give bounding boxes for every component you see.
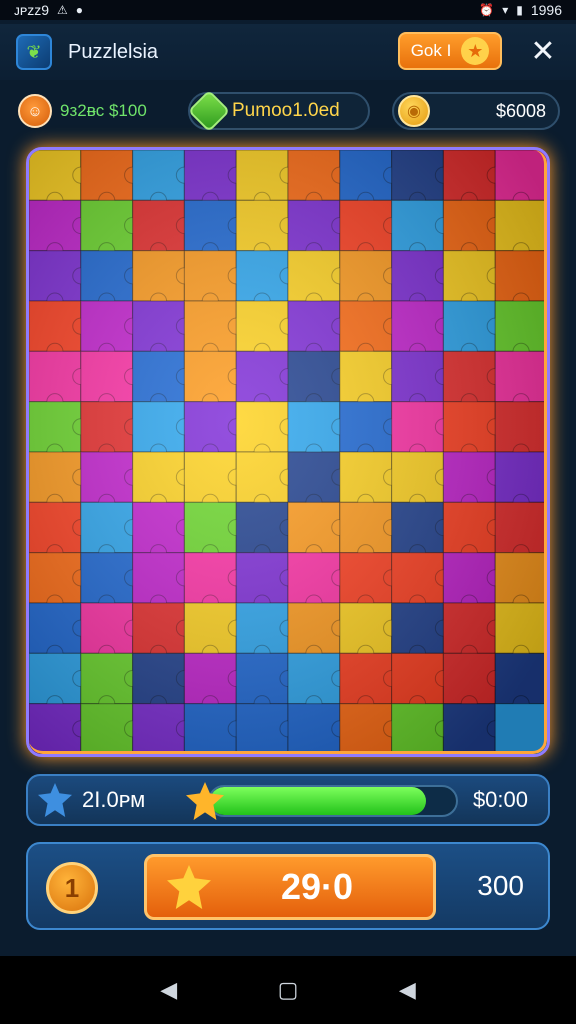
coin-amount: $6008 [495,100,546,121]
board-glow-overlay [29,150,547,754]
go-button-label: Gok I [410,41,452,60]
coin-icon: ◉ [398,95,430,127]
badge-icon [38,783,72,817]
gem-label: Pumoo1.0ed [232,100,340,121]
puzzle-board[interactable] [26,147,550,757]
coin-button-glyph: 1 [64,872,80,903]
app-logo-icon: ❦ [16,34,52,70]
go-button[interactable]: Gok I ★ [398,32,502,70]
app-header: ❦ Puzzlelsia Gok I ★ ✕ [0,24,576,80]
action-panel: 1 29·0 300 [26,842,550,930]
close-icon: ✕ [530,34,556,68]
system-nav-bar: ◀ ▢ ◀ [0,956,576,1024]
progress-fill [210,787,427,815]
gem-stat[interactable]: Pumoo1.0ed [187,89,370,133]
play-value: 29·0 [281,866,354,907]
action-value: 300 [477,870,524,901]
coin-button[interactable]: 1 [46,862,98,914]
status-right: ⏰ ▾ ▮ 1996 [479,2,562,18]
status-bar: ᴊᴘᴢᴢ9 ⚠ ● ⏰ ▾ ▮ 1996 [0,0,576,20]
signal-icon: ▮ [516,3,523,17]
player-score: 9ᴈ2ᴃc $100 [60,101,147,120]
notification-icon: ⚠ [57,3,68,17]
star-icon: ★ [461,37,490,65]
app-notification-icon: ● [75,3,84,17]
play-button[interactable]: 29·0 [144,854,436,920]
progress-panel: 2I.0ᴘᴍ $0:00 [26,774,550,826]
alarm-icon: ⏰ [479,3,495,17]
gem-icon [187,89,231,133]
close-button[interactable]: ✕ [526,34,560,68]
status-time: 1996 [530,2,562,18]
status-left: ᴊᴘᴢᴢ9 ⚠ ● [14,2,83,18]
progress-label: 2I.0ᴘᴍ [82,787,146,812]
app-title: Puzzlelsia [68,40,159,63]
play-star-icon [167,865,211,909]
progress-bar [208,785,458,817]
back-icon[interactable]: ◀ [160,977,177,1003]
player-avatar-icon: ☺ [18,94,52,128]
home-icon[interactable]: ▢ [278,977,299,1003]
puzzle-grid[interactable] [29,150,547,754]
recent-apps-icon[interactable]: ◀ [399,977,416,1003]
stats-row: ☺ 9ᴈ2ᴃc $100 Pumoo1.0ed ◉ $6008 [0,88,576,134]
status-text: ᴊᴘᴢᴢ9 [14,2,49,18]
coin-stat[interactable]: ◉ $6008 [392,92,560,130]
player-stat[interactable]: ☺ 9ᴈ2ᴃc $100 [18,92,147,130]
progress-value: $0:00 [472,787,528,812]
wifi-icon: ▾ [502,3,509,17]
